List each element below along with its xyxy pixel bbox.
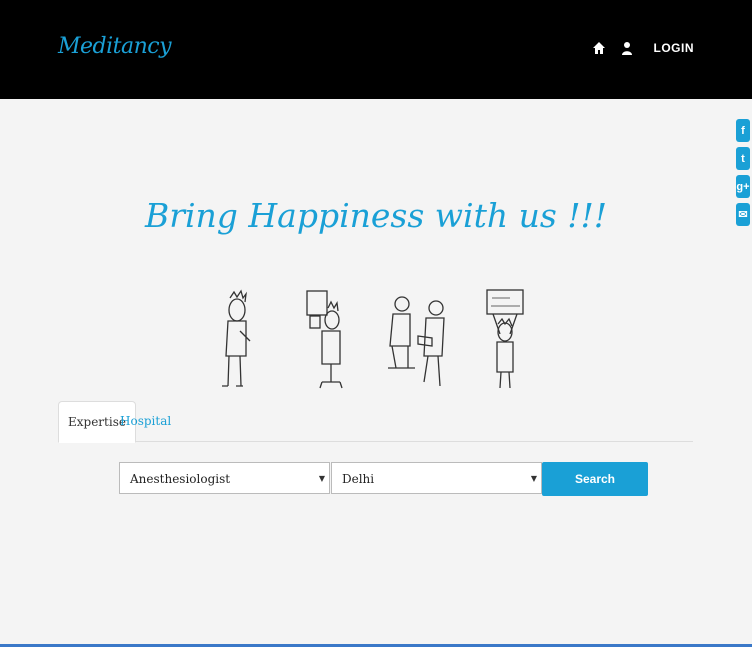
top-navbar: Meditancy LOGIN [0,0,752,99]
expertise-select-value: Anesthesiologist [130,472,231,486]
hero-headline: Bring Happiness with us !!! [144,196,608,235]
hero-illustration [222,289,524,389]
thank-you-sign-figure [486,289,524,389]
chevron-down-icon: ▼ [318,474,325,483]
search-button[interactable]: Search [542,462,648,496]
tab-hospital[interactable]: Hospital [111,401,180,441]
login-link[interactable]: LOGIN [654,41,695,55]
search-tabs: Expertise Hospital [58,401,693,443]
sick-person-figure [222,289,251,387]
google-plus-icon[interactable]: g+ [736,175,750,198]
chevron-down-icon: ▼ [530,474,537,483]
top-nav: LOGIN [592,40,695,56]
location-select-value: Delhi [342,472,375,486]
doctor-desk-figure [306,290,343,389]
twitter-icon[interactable]: t [736,147,750,170]
home-icon[interactable] [592,40,606,56]
site-logo[interactable]: Meditancy [58,34,172,59]
user-icon[interactable] [620,40,634,56]
location-select[interactable]: Delhi ▼ [331,462,542,494]
doctor-patient-figures [388,296,445,387]
facebook-icon[interactable]: f [736,119,750,142]
expertise-select[interactable]: Anesthesiologist ▼ [119,462,330,494]
